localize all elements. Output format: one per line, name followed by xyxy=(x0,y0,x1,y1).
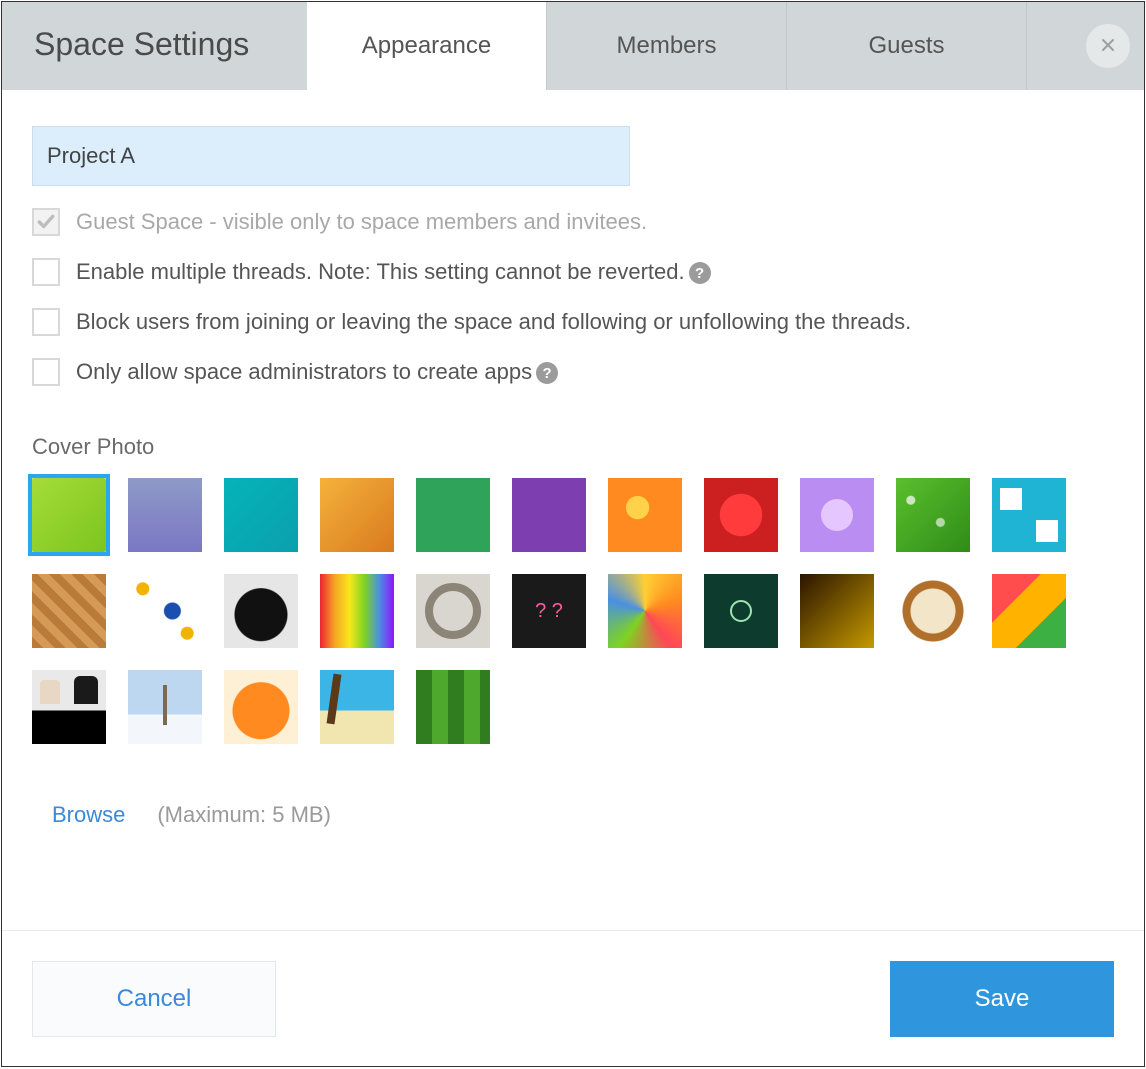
cover-thumb-orange-flower[interactable] xyxy=(608,478,682,552)
option-guest-space: Guest Space - visible only to space memb… xyxy=(32,208,1114,236)
option-label: Enable multiple threads. Note: This sett… xyxy=(76,259,711,285)
cover-thumb-winter-trees[interactable] xyxy=(128,670,202,744)
tab-label: Members xyxy=(616,32,716,60)
cover-thumb-wood-pattern[interactable] xyxy=(32,574,106,648)
browse-link[interactable]: Browse xyxy=(52,802,125,828)
cover-thumb-crayon-faces[interactable] xyxy=(608,574,682,648)
tab-members[interactable]: Members xyxy=(547,2,787,90)
button-label: Cancel xyxy=(117,985,192,1013)
dialog-header: Space Settings Appearance Members Guests xyxy=(2,2,1144,90)
cover-thumb-purple-solid[interactable] xyxy=(512,478,586,552)
cover-thumb-chalkboard-questions[interactable] xyxy=(512,574,586,648)
close-button[interactable] xyxy=(1086,24,1130,68)
cover-thumb-white-cubes[interactable] xyxy=(992,478,1066,552)
cover-thumb-orange-texture[interactable] xyxy=(320,478,394,552)
cover-thumb-lilac-flower[interactable] xyxy=(800,478,874,552)
cover-thumb-dogs[interactable] xyxy=(32,670,106,744)
option-label: Block users from joining or leaving the … xyxy=(76,309,911,335)
cover-thumb-bamboo[interactable] xyxy=(416,670,490,744)
save-button[interactable]: Save xyxy=(890,961,1114,1037)
cover-thumb-green-leaf[interactable] xyxy=(896,478,970,552)
check-icon xyxy=(37,213,55,231)
tab-guests[interactable]: Guests xyxy=(787,2,1027,90)
dialog-footer: Cancel Save xyxy=(2,930,1144,1066)
cover-thumb-green-solid[interactable] xyxy=(416,478,490,552)
help-icon[interactable]: ? xyxy=(536,362,558,384)
checkbox-guest-space xyxy=(32,208,60,236)
cover-thumb-dark-gradient[interactable] xyxy=(800,574,874,648)
cover-thumb-vegetables[interactable] xyxy=(992,574,1066,648)
option-admin-apps: Only allow space administrators to creat… xyxy=(32,358,1114,386)
cover-thumb-gear[interactable] xyxy=(416,574,490,648)
option-label: Guest Space - visible only to space memb… xyxy=(76,209,647,235)
space-name-input[interactable] xyxy=(32,126,630,186)
checkbox-multi-thread[interactable] xyxy=(32,258,60,286)
cover-photo-label: Cover Photo xyxy=(32,434,1114,460)
checkbox-block-join[interactable] xyxy=(32,308,60,336)
tab-appearance[interactable]: Appearance xyxy=(307,2,547,90)
cover-thumb-pumpkins[interactable] xyxy=(224,670,298,744)
cancel-button[interactable]: Cancel xyxy=(32,961,276,1037)
option-block-join: Block users from joining or leaving the … xyxy=(32,308,1114,336)
upload-limit-text: (Maximum: 5 MB) xyxy=(157,802,331,828)
tab-label: Guests xyxy=(868,32,944,60)
checkbox-admin-apps[interactable] xyxy=(32,358,60,386)
cover-thumb-purple-gradient[interactable] xyxy=(128,478,202,552)
cover-thumb-teal-water[interactable] xyxy=(224,478,298,552)
cover-thumb-tropical-beach[interactable] xyxy=(320,670,394,744)
cover-upload-row: Browse (Maximum: 5 MB) xyxy=(32,802,1114,828)
cover-thumb-compass[interactable] xyxy=(224,574,298,648)
space-settings-dialog: Space Settings Appearance Members Guests… xyxy=(1,1,1145,1067)
cover-thumb-color-pencils[interactable] xyxy=(320,574,394,648)
tab-bar: Appearance Members Guests xyxy=(307,2,1027,90)
cover-photo-grid xyxy=(32,478,1112,744)
option-multi-thread: Enable multiple threads. Note: This sett… xyxy=(32,258,1114,286)
help-icon[interactable]: ? xyxy=(689,262,711,284)
close-icon xyxy=(1100,33,1116,59)
button-label: Save xyxy=(975,985,1030,1013)
cover-thumb-lightbulbs[interactable] xyxy=(704,574,778,648)
option-label: Only allow space administrators to creat… xyxy=(76,359,558,385)
cover-thumb-green-curves[interactable] xyxy=(32,478,106,552)
tab-label: Appearance xyxy=(362,32,491,60)
cover-thumb-blue-mosaic[interactable] xyxy=(128,574,202,648)
dialog-title: Space Settings xyxy=(2,2,307,90)
cover-thumb-latte-art[interactable] xyxy=(896,574,970,648)
cover-thumb-red-flower[interactable] xyxy=(704,478,778,552)
dialog-content: Guest Space - visible only to space memb… xyxy=(2,90,1144,930)
